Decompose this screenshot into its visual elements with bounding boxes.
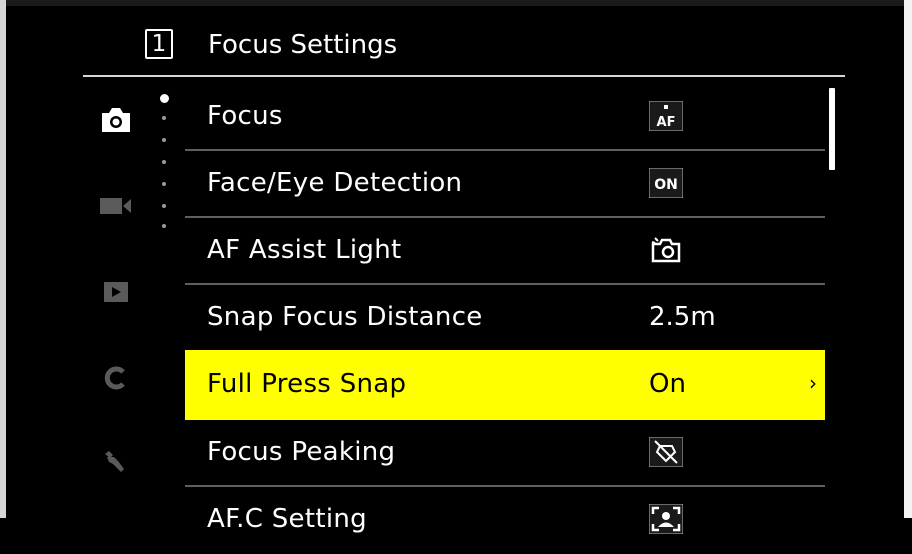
menu-item-focus[interactable]: Focus AF — [185, 84, 825, 151]
page-number-badge: 1 — [145, 29, 173, 59]
page-dot — [162, 224, 166, 228]
menu-item-label: AF.C Setting — [207, 504, 367, 534]
menu-item-focus-peaking[interactable]: Focus Peaking — [185, 420, 825, 487]
wrench-icon[interactable] — [92, 438, 140, 486]
menu-item-label: Snap Focus Distance — [207, 302, 483, 332]
settings-list: Focus AF Face/Eye Detection ON AF Assist… — [185, 84, 825, 554]
menu-item-label: Focus Peaking — [207, 437, 396, 467]
af-assist-lamp-icon — [649, 235, 683, 265]
page-dot — [162, 182, 166, 186]
menu-item-label: Full Press Snap — [207, 369, 407, 399]
af-mode-icon: AF — [648, 100, 684, 132]
scrollbar-thumb[interactable] — [829, 88, 835, 170]
menu-item-value: On — [649, 369, 686, 399]
right-edge — [904, 0, 912, 518]
playback-icon[interactable] — [92, 268, 140, 316]
page-dot — [162, 160, 166, 164]
page-indicator-dots — [156, 94, 172, 234]
menu-item-value: 2.5m — [649, 302, 716, 332]
custom-c-icon[interactable] — [92, 354, 140, 402]
top-edge — [0, 0, 912, 6]
header-divider — [83, 75, 845, 77]
menu-item-afc-setting[interactable]: AF.C Setting — [185, 487, 825, 554]
page-dot — [162, 116, 166, 120]
on-badge-icon: ON — [648, 167, 684, 199]
video-camera-icon[interactable] — [92, 182, 140, 230]
menu-item-snap-focus-distance[interactable]: Snap Focus Distance 2.5m — [185, 285, 825, 352]
menu-item-full-press-snap[interactable]: Full Press Snap On › — [185, 350, 825, 420]
afc-subject-icon — [648, 503, 684, 535]
scrollbar[interactable] — [829, 88, 835, 494]
camera-icon[interactable] — [92, 96, 140, 144]
page-dot — [162, 204, 166, 208]
page-dot — [162, 138, 166, 142]
menu-item-face-eye-detection[interactable]: Face/Eye Detection ON — [185, 151, 825, 218]
peaking-off-icon — [648, 436, 684, 468]
page-title: Focus Settings — [208, 30, 398, 60]
menu-item-af-assist-light[interactable]: AF Assist Light — [185, 218, 825, 285]
menu-item-label: Focus — [207, 101, 283, 131]
chevron-right-icon: › — [809, 371, 817, 395]
on-badge-text: ON — [654, 177, 678, 193]
af-icon-text: AF — [657, 115, 676, 130]
menu-header: 1 Focus Settings — [0, 26, 912, 72]
page-dot-active — [160, 94, 169, 103]
menu-item-label: Face/Eye Detection — [207, 168, 463, 198]
menu-item-label: AF Assist Light — [207, 235, 402, 265]
